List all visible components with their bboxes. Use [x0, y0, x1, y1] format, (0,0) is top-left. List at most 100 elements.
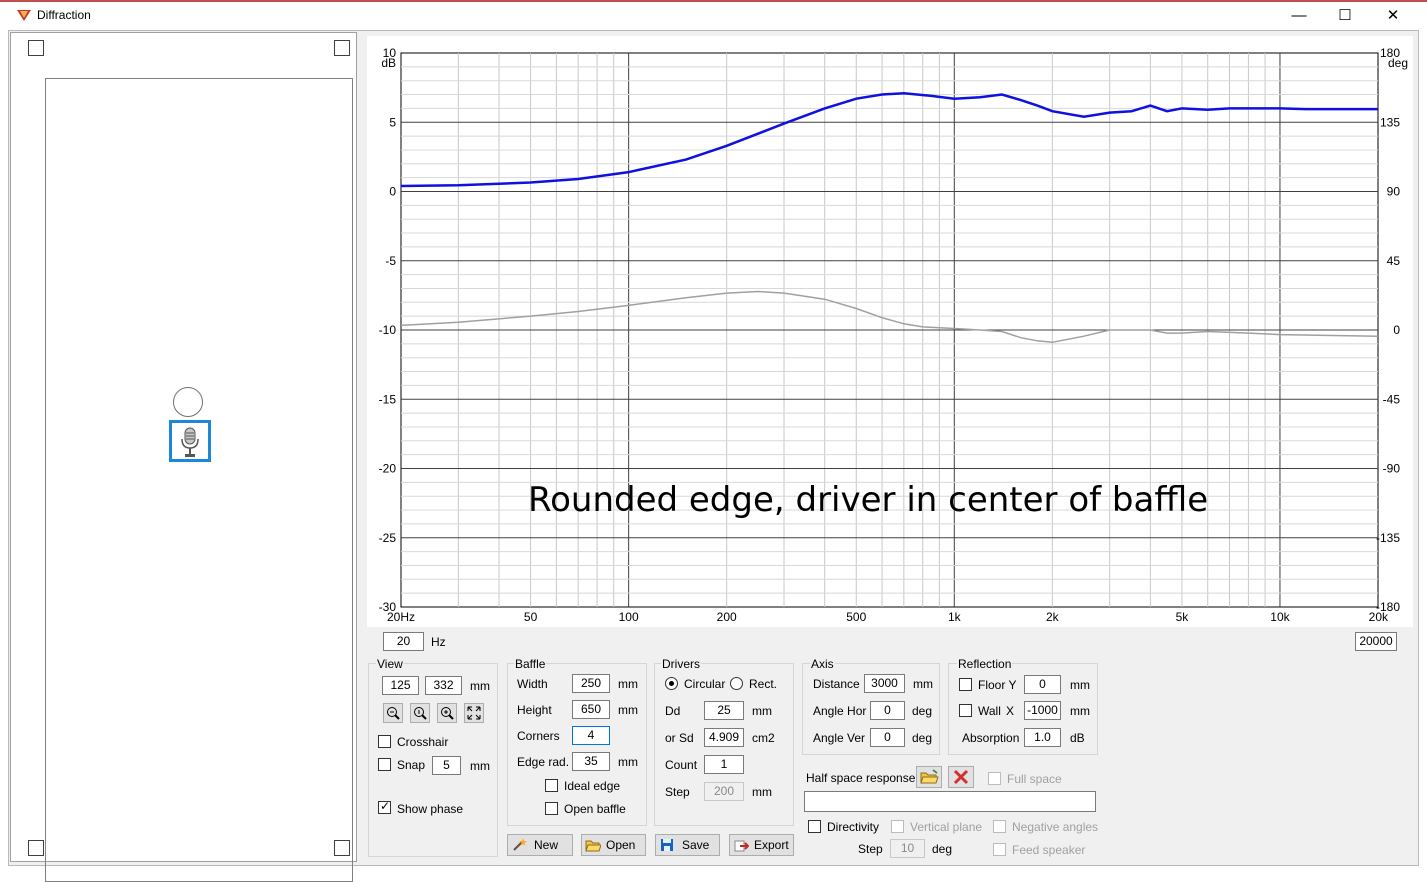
open-button[interactable]: Open	[581, 834, 646, 856]
crosshair-checkbox[interactable]	[378, 735, 391, 748]
corner-handle-bottom-right[interactable]	[334, 840, 350, 856]
step-input: 200	[704, 782, 744, 801]
baffle-height-input[interactable]: 650	[572, 700, 610, 719]
right-unit-label: deg	[1388, 56, 1408, 70]
microphone-marker[interactable]	[169, 420, 211, 462]
baffle-outline[interactable]	[45, 78, 353, 882]
zoom-out-button[interactable]	[383, 703, 403, 723]
right-tick-label: 0	[1393, 323, 1400, 337]
x-tick-label: 10k	[1270, 610, 1290, 624]
distance-unit: mm	[913, 677, 933, 691]
dd-input[interactable]: 25	[704, 701, 744, 720]
baffle-corners-input[interactable]: 4	[572, 726, 610, 745]
view-width-input[interactable]: 125	[382, 676, 419, 695]
fit-view-button[interactable]	[464, 703, 484, 723]
zoom-reset-button[interactable]	[410, 703, 430, 723]
width-label: Width	[517, 677, 548, 691]
height-label: Height	[517, 703, 552, 717]
microphone-icon	[181, 427, 199, 457]
dd-label: Dd	[665, 704, 681, 718]
x-tick-label: 500	[846, 610, 866, 624]
vertical-plane-label: Vertical plane	[910, 820, 983, 834]
x-tick-label: 20Hz	[387, 610, 415, 624]
x-tick-label: 200	[717, 610, 737, 624]
close-button[interactable]: ✕	[1370, 4, 1416, 28]
x-tick-label: 100	[619, 610, 639, 624]
x-tick-label: 2k	[1046, 610, 1060, 624]
directivity-checkbox[interactable]	[808, 820, 821, 833]
half-space-file-field[interactable]	[804, 791, 1096, 812]
save-button[interactable]: Save	[655, 834, 720, 856]
angle-ver-label: Angle Ver	[813, 731, 866, 745]
wall-input[interactable]: -1000	[1024, 701, 1061, 720]
left-tick-label: 0	[389, 185, 396, 199]
reflection-group-title: Reflection	[957, 657, 1013, 671]
step-unit: mm	[752, 785, 772, 799]
hz-label: Hz	[431, 635, 446, 649]
snap-checkbox[interactable]	[378, 758, 391, 771]
sd-label: or Sd	[665, 731, 694, 745]
x-tick-label: 5k	[1176, 610, 1190, 624]
angle-hor-unit: deg	[912, 704, 933, 718]
wall-x-label: X	[1006, 704, 1015, 718]
show-phase-checkbox[interactable]	[378, 799, 391, 814]
open-baffle-checkbox[interactable]	[545, 802, 558, 815]
half-space-delete-button[interactable]	[948, 766, 974, 788]
minimize-button[interactable]: —	[1276, 4, 1322, 28]
count-input[interactable]: 1	[704, 755, 744, 774]
right-tick-label: 135	[1380, 115, 1400, 129]
max-frequency-input[interactable]: 20000	[1355, 632, 1397, 651]
axis-group-title: Axis	[810, 657, 835, 671]
angle-hor-input[interactable]: 0	[870, 701, 905, 720]
floor-label: Floor Y	[978, 678, 1017, 692]
right-tick-label: -90	[1383, 462, 1401, 476]
wall-checkbox[interactable]	[959, 704, 972, 717]
corner-handle-top-right[interactable]	[334, 40, 350, 56]
maximize-button[interactable]: ☐	[1322, 4, 1368, 28]
new-button[interactable]: New	[507, 834, 573, 856]
corner-handle-bottom-left[interactable]	[28, 840, 44, 856]
export-button[interactable]: Export	[729, 834, 794, 856]
left-tick-label: -15	[379, 392, 397, 406]
absorption-label: Absorption	[962, 731, 1020, 745]
circular-radio[interactable]	[665, 677, 678, 690]
sd-input[interactable]: 4.909	[704, 728, 744, 747]
open-baffle-label: Open baffle	[564, 802, 626, 816]
distance-input[interactable]: 3000	[864, 674, 905, 693]
crosshair-label: Crosshair	[397, 735, 449, 749]
right-tick-label: 45	[1387, 254, 1401, 268]
edge-unit: mm	[618, 755, 638, 769]
frequency-response-chart[interactable]: 1050-5-10-15-20-25-30dB18013590450-45-90…	[367, 36, 1413, 627]
absorption-input[interactable]: 1.0	[1024, 728, 1061, 747]
baffle-canvas[interactable]	[10, 32, 357, 882]
left-tick-label: 5	[389, 115, 396, 129]
baffle-group-title: Baffle	[514, 657, 547, 671]
plot-panel[interactable]: 10 5 0 -5 -10 -15 -20 -25 -30 dB 180 135 90 45 0 -45 -90…	[367, 36, 1413, 627]
half-space-open-button[interactable]	[916, 766, 942, 788]
floor-checkbox[interactable]	[959, 678, 972, 691]
window-title: Diffraction	[37, 8, 91, 22]
export-icon	[734, 840, 749, 852]
right-tick-label: 90	[1387, 185, 1401, 199]
snap-value-input[interactable]: 5	[432, 756, 461, 775]
edge-radius-input[interactable]: 35	[572, 752, 610, 771]
corners-label: Corners	[517, 729, 560, 743]
baffle-width-input[interactable]: 250	[572, 674, 610, 693]
floor-input[interactable]: 0	[1024, 675, 1061, 694]
rect-radio[interactable]	[730, 677, 743, 690]
corner-handle-top-left[interactable]	[28, 40, 44, 56]
right-tick-label: -45	[1383, 392, 1401, 406]
zoom-in-button[interactable]	[437, 703, 457, 723]
view-unit: mm	[470, 679, 490, 693]
driver-circle[interactable]	[173, 387, 203, 417]
drivers-group-title: Drivers	[661, 657, 701, 671]
negative-angles-label: Negative angles	[1012, 820, 1099, 834]
overlay-caption: Rounded edge, driver in center of baffle	[528, 480, 1209, 520]
ideal-edge-checkbox[interactable]	[545, 779, 558, 792]
angle-ver-unit: deg	[912, 731, 933, 745]
feed-speaker-label: Feed speaker	[1012, 843, 1086, 857]
delete-icon	[953, 769, 969, 785]
min-frequency-input[interactable]: 20	[383, 632, 424, 651]
angle-ver-input[interactable]: 0	[870, 728, 905, 747]
view-height-input[interactable]: 332	[425, 676, 462, 695]
